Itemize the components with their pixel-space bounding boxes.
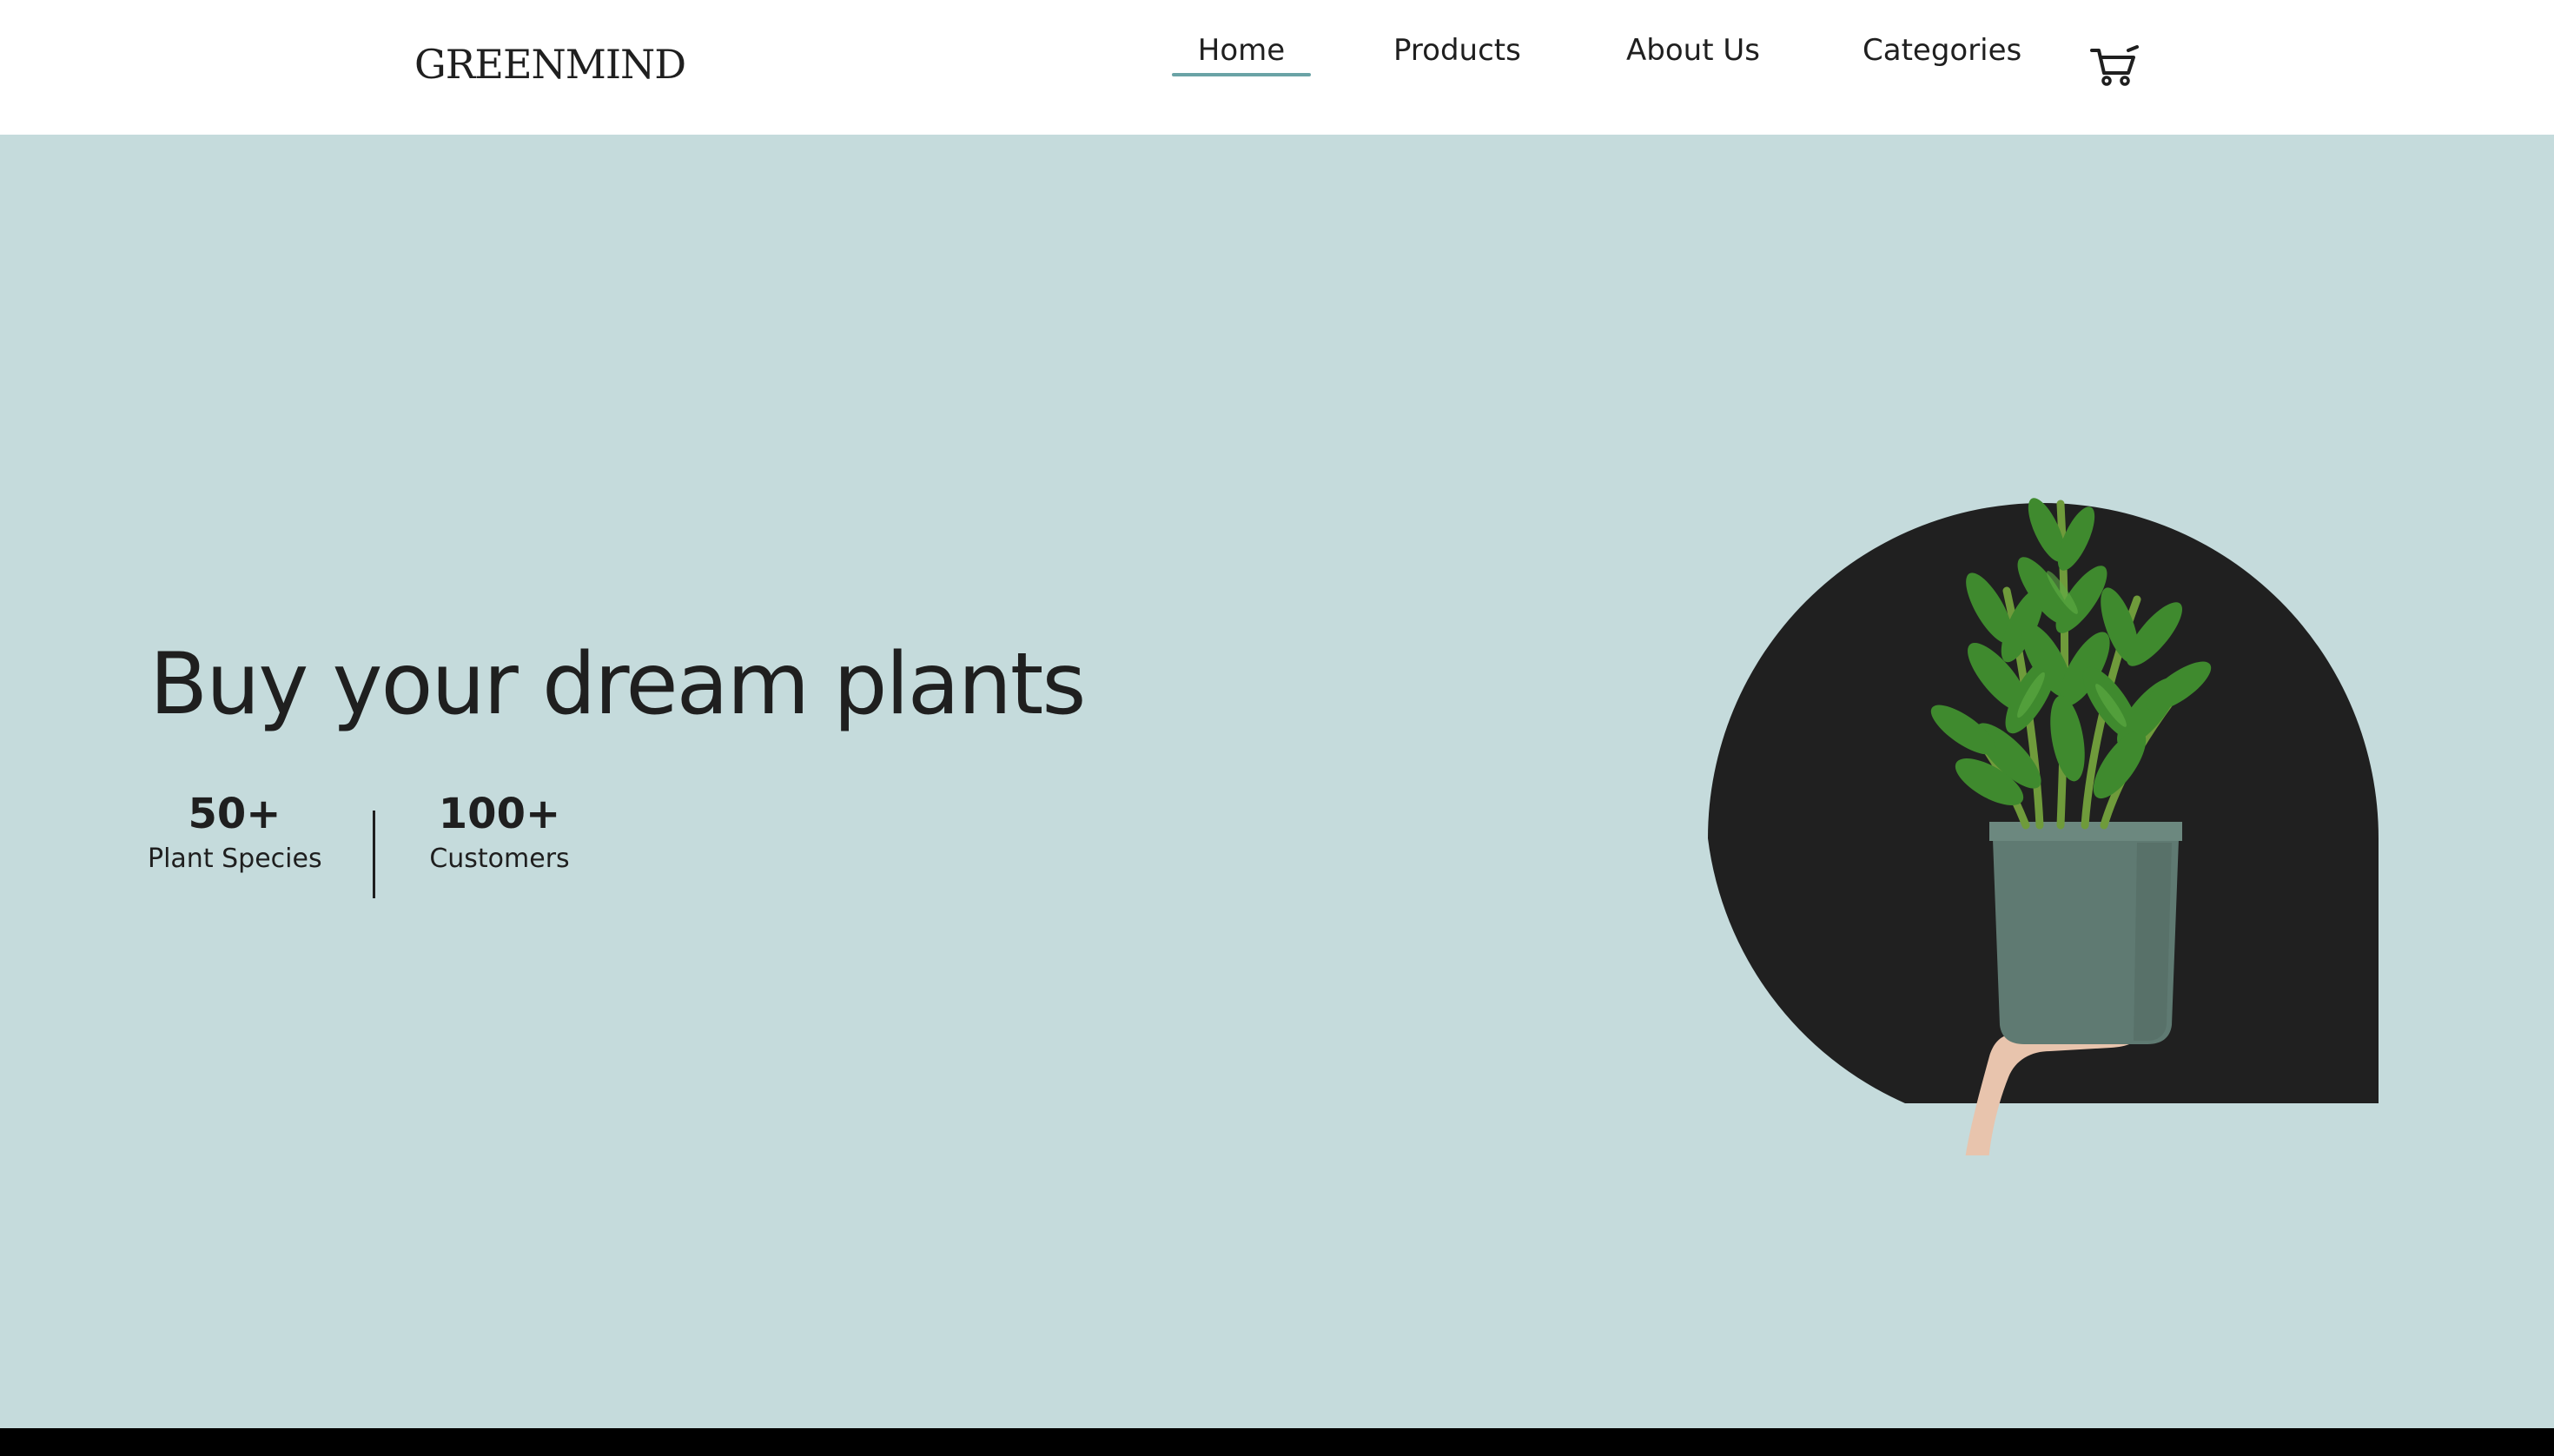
stat-value: 50+: [188, 790, 281, 838]
shopping-cart-icon[interactable]: [2090, 43, 2139, 87]
active-nav-indicator: [1172, 73, 1311, 76]
stat-customers: 100+ Customers: [424, 788, 575, 877]
site-header: GREENMIND Home Products About Us Categor…: [0, 0, 2554, 135]
nav-categories-link[interactable]: Categories: [1863, 31, 2021, 80]
nav-about-us-link[interactable]: About Us: [1626, 31, 1760, 80]
nav-products-link[interactable]: Products: [1393, 31, 1521, 80]
cart-glyph: [2090, 45, 2139, 86]
hero-section: Buy your dream plants 50+ Plant Species …: [0, 135, 2554, 1428]
hero-title: Buy your dream plants: [149, 635, 1086, 734]
page: GREENMIND Home Products About Us Categor…: [0, 0, 2554, 1456]
stat-label: Customers: [429, 844, 570, 874]
pot-shadow: [2134, 843, 2172, 1041]
potted-plant-in-hand-image: [1703, 478, 2380, 1173]
stat-label: Plant Species: [148, 844, 322, 874]
brand-logo[interactable]: GREENMIND: [414, 38, 686, 90]
plant-illustration: [1708, 498, 2379, 1173]
stat-plant-species: 50+ Plant Species: [148, 788, 322, 877]
stat-value: 100+: [438, 790, 561, 838]
stats-divider: [373, 811, 375, 898]
